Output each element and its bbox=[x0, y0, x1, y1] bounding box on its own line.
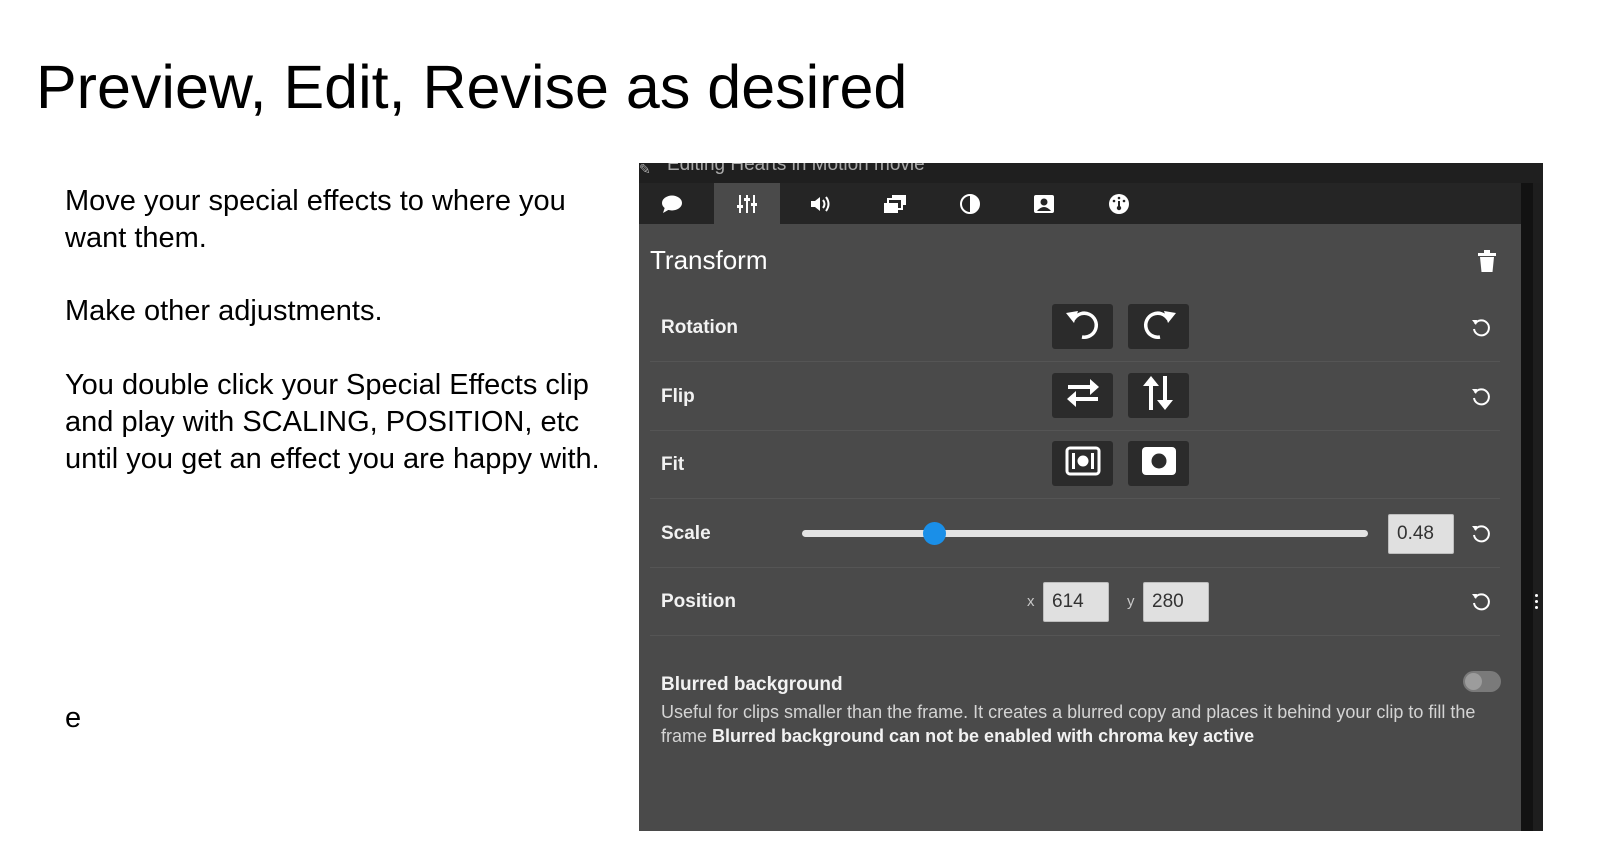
blurred-background-description: Useful for clips smaller than the frame.… bbox=[661, 700, 1481, 748]
position-y-input[interactable]: 280 bbox=[1143, 582, 1209, 622]
trash-icon[interactable] bbox=[1477, 250, 1497, 277]
note-paragraph: Make other adjustments. bbox=[65, 295, 383, 327]
fit-contain-icon bbox=[1065, 446, 1101, 481]
reset-rotation-icon[interactable] bbox=[1470, 316, 1492, 343]
tab-audio[interactable] bbox=[788, 183, 854, 224]
window-title: Editing Hearts in Motion movie bbox=[667, 163, 925, 175]
portrait-icon bbox=[1033, 194, 1055, 214]
tab-speed[interactable] bbox=[1086, 183, 1152, 224]
tab-color[interactable] bbox=[937, 183, 1003, 224]
rotation-row: Rotation bbox=[650, 294, 1500, 362]
speech-bubble-icon bbox=[661, 194, 683, 214]
tab-bar bbox=[639, 183, 1521, 224]
fit-contain-button[interactable] bbox=[1052, 441, 1113, 486]
fit-cover-icon bbox=[1141, 446, 1177, 481]
panel-scrollbar[interactable] bbox=[1521, 183, 1543, 831]
flip-label: Flip bbox=[661, 386, 695, 407]
window-title-bar: ✎ Editing Hearts in Motion movie bbox=[639, 163, 1543, 183]
tab-transform[interactable] bbox=[714, 183, 780, 224]
position-label: Position bbox=[661, 591, 736, 612]
rotate-right-button[interactable] bbox=[1128, 304, 1189, 349]
blurred-background-toggle[interactable] bbox=[1463, 671, 1501, 692]
scroll-rail bbox=[1521, 183, 1533, 831]
stray-text: e bbox=[65, 702, 82, 734]
tab-layers[interactable] bbox=[862, 183, 928, 224]
editor-panel: ✎ Editing Hearts in Motion movie Transfo… bbox=[639, 163, 1543, 831]
swap-horizontal-icon bbox=[1065, 378, 1101, 413]
swap-vertical-icon bbox=[1142, 375, 1176, 416]
flip-horizontal-button[interactable] bbox=[1052, 373, 1113, 418]
sliders-icon bbox=[737, 193, 757, 215]
rotate-left-button[interactable] bbox=[1052, 304, 1113, 349]
fit-row: Fit bbox=[650, 431, 1500, 499]
slide-title: Preview, Edit, Revise as desired bbox=[36, 53, 908, 121]
note-paragraph: Move your special effects to where you w… bbox=[65, 185, 566, 254]
reset-scale-icon[interactable] bbox=[1470, 522, 1492, 549]
contrast-icon bbox=[959, 193, 981, 215]
flip-row: Flip bbox=[650, 363, 1500, 431]
blurred-background-warning: Blurred background can not be enabled wi… bbox=[712, 726, 1255, 746]
blurred-background-title: Blurred background bbox=[661, 674, 843, 695]
toggle-knob bbox=[1465, 673, 1482, 690]
edit-pencil-icon: ✎ bbox=[639, 163, 651, 177]
rotation-label: Rotation bbox=[661, 317, 739, 338]
position-row: Position x 614 y 280 bbox=[650, 568, 1500, 636]
speaker-icon bbox=[809, 194, 833, 214]
more-options-icon[interactable] bbox=[1535, 594, 1539, 612]
panel-title: Transform bbox=[650, 245, 768, 275]
position-x-input[interactable]: 614 bbox=[1043, 582, 1109, 622]
rotate-cw-icon bbox=[1140, 307, 1178, 346]
tab-overlay[interactable] bbox=[1011, 183, 1077, 224]
note-paragraph: You double click your Special Effects cl… bbox=[65, 369, 600, 475]
position-x-label: x bbox=[1027, 593, 1035, 610]
flip-vertical-button[interactable] bbox=[1128, 373, 1189, 418]
fit-cover-button[interactable] bbox=[1128, 441, 1189, 486]
fit-label: Fit bbox=[661, 454, 685, 475]
scale-row: Scale 0.48 bbox=[650, 500, 1500, 568]
scale-label: Scale bbox=[661, 523, 711, 544]
reset-flip-icon[interactable] bbox=[1470, 385, 1492, 412]
reset-position-icon[interactable] bbox=[1470, 590, 1492, 617]
speedometer-icon bbox=[1108, 193, 1130, 215]
rotate-ccw-icon bbox=[1064, 307, 1102, 346]
scale-value-input[interactable]: 0.48 bbox=[1388, 514, 1454, 554]
position-y-label: y bbox=[1127, 593, 1135, 610]
layers-icon bbox=[883, 194, 907, 214]
scale-slider[interactable] bbox=[802, 522, 1368, 545]
scale-slider-thumb[interactable] bbox=[922, 522, 946, 545]
tab-comments[interactable] bbox=[639, 183, 705, 224]
